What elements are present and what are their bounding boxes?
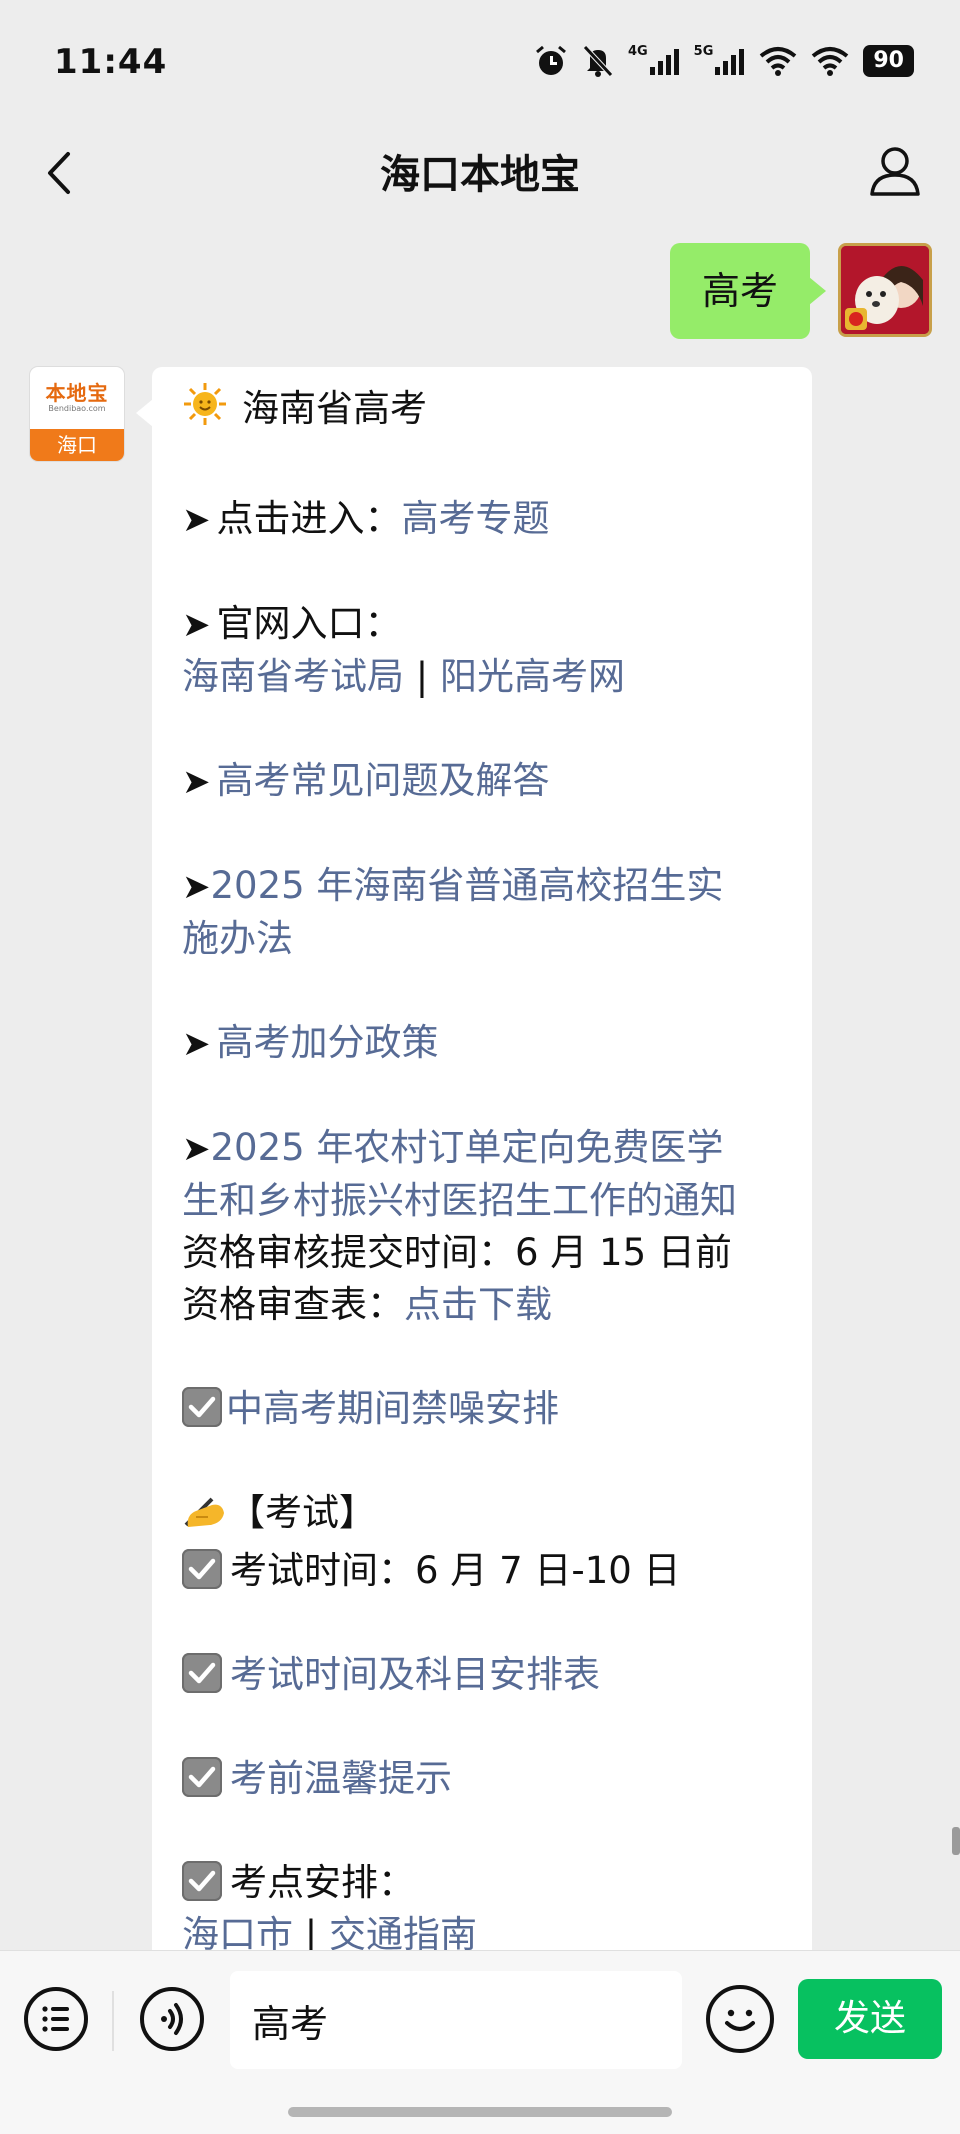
alarm-icon <box>534 44 568 78</box>
arrow-icon: ➤ <box>182 1129 211 1169</box>
checkbox-icon <box>182 1861 222 1901</box>
link-hainan-exam-bureau[interactable]: 海南省考试局 <box>182 655 404 698</box>
link-admission-rules[interactable]: 2025 年海南省普通高校招生实 <box>211 864 724 907</box>
status-bar: 11:44 4G 5G 90 <box>0 0 960 120</box>
link-gaokao-topic[interactable]: 高考专题 <box>402 497 550 540</box>
reply-line-exam-schedule: 考试时间及科目安排表 <box>182 1649 782 1701</box>
reply-title-row: 海南省高考 <box>182 381 782 441</box>
reply-line-official: ➤ 官网入口： <box>182 602 402 645</box>
reply-line-admission-rules: ➤2025 年海南省普通高校招生实 <box>182 860 782 913</box>
link-haikou-sites[interactable]: 海口市 <box>182 1913 293 1950</box>
arrow-icon: ➤ <box>182 1024 211 1064</box>
link-traffic-guide[interactable]: 交通指南 <box>329 1913 477 1950</box>
wifi-icon <box>811 46 849 76</box>
link-faq[interactable]: 高考常见问题及解答 <box>217 759 550 802</box>
home-indicator[interactable] <box>288 2107 672 2117</box>
bot-brand-url: Bendibao.com <box>48 404 106 413</box>
menu-button[interactable] <box>24 1987 88 2051</box>
reply-line-faq: ➤ 高考常见问题及解答 <box>182 755 782 808</box>
input-bar: 发送 <box>0 1950 960 2134</box>
checkbox-icon <box>182 1757 222 1797</box>
checkbox-icon <box>182 1653 222 1693</box>
menu-list-icon <box>42 2006 69 2032</box>
bot-brand-logo: 本地宝 <box>45 381 109 405</box>
wifi-icon <box>759 46 797 76</box>
emoji-button[interactable] <box>706 1985 774 2053</box>
signal-icon: 5G <box>694 44 746 75</box>
link-exam-schedule[interactable]: 考试时间及科目安排表 <box>230 1653 600 1696</box>
reply-line-deadline: 资格审核提交时间：6 月 15 日前 <box>182 1231 732 1274</box>
reply-line-exam-tips: 考前温馨提示 <box>182 1753 782 1805</box>
reply-title: 海南省高考 <box>242 387 427 430</box>
profile-button[interactable] <box>866 142 924 200</box>
link-rural-medical[interactable]: 2025 年农村订单定向免费医学 <box>211 1126 724 1169</box>
bot-avatar[interactable]: 本地宝 Bendibao.com 海口 <box>30 367 124 461</box>
arrow-icon: ➤ <box>182 605 211 645</box>
chat-area[interactable]: 高考 本地宝 Bendibao.com 海口 海南省高考 ➤ 点击进入：高考专题… <box>0 225 960 1950</box>
reply-line-exam-time: 考试时间：6 月 7 日-10 日 <box>182 1545 782 1597</box>
reply-line-rural-medical: ➤2025 年农村订单定向免费医学 <box>182 1122 782 1175</box>
bot-city-label: 海口 <box>30 429 124 461</box>
received-message-bubble: 海南省高考 ➤ 点击进入：高考专题 ➤ 官网入口： 海南省考试局 | 阳光高考网 ➤… <box>136 367 812 1950</box>
link-rural-medical-cont[interactable]: 生和乡村振兴村医招生工作的通知 <box>182 1179 737 1222</box>
checkbox-icon <box>182 1387 222 1427</box>
sent-message-bubble[interactable]: 高考 <box>669 243 827 339</box>
arrow-icon: ➤ <box>182 500 211 540</box>
link-sunshine-gaokao[interactable]: 阳光高考网 <box>440 655 625 698</box>
reply-line-exam-site: 考点安排： <box>182 1857 782 1909</box>
send-button[interactable]: 发送 <box>798 1979 942 2059</box>
reply-line-exam-header: 【考试】 <box>182 1487 782 1545</box>
status-icons: 4G 5G 90 <box>534 44 914 78</box>
reply-line-noise-ban: 中高考期间禁噪安排 <box>182 1383 782 1435</box>
user-avatar[interactable] <box>838 243 932 337</box>
status-time: 11:44 <box>54 42 168 82</box>
reply-line-official-links: 海南省考试局 | 阳光高考网 <box>182 655 625 698</box>
link-noise-ban[interactable]: 中高考期间禁噪安排 <box>226 1387 559 1430</box>
sun-icon <box>182 381 228 441</box>
person-icon <box>870 147 920 196</box>
battery-icon: 90 <box>863 45 914 77</box>
reply-line-exam-site-links: 海口市 | 交通指南 <box>182 1909 782 1950</box>
link-bonus-policy[interactable]: 高考加分政策 <box>217 1021 439 1064</box>
scrollbar[interactable] <box>952 1827 960 1855</box>
reply-line-topic: ➤ 点击进入：高考专题 <box>182 497 550 540</box>
signal-icon: 4G <box>628 44 680 75</box>
reply-line-bonus-policy: ➤ 高考加分政策 <box>182 1017 782 1070</box>
divider <box>112 1991 114 2051</box>
arrow-icon: ➤ <box>182 867 211 907</box>
arrow-icon: ➤ <box>182 762 211 802</box>
link-download-form[interactable]: 点击下载 <box>404 1283 552 1326</box>
voice-icon <box>161 2003 183 2035</box>
writing-hand-icon <box>182 1489 228 1545</box>
checkbox-icon <box>182 1549 222 1589</box>
voice-button[interactable] <box>140 1987 204 2051</box>
emoji-icon <box>725 2009 755 2031</box>
link-exam-tips[interactable]: 考前温馨提示 <box>230 1757 452 1800</box>
reply-line-form: 资格审查表：点击下载 <box>182 1283 552 1326</box>
nav-bar: 海口本地宝 <box>0 120 960 225</box>
link-admission-rules-cont[interactable]: 施办法 <box>182 917 293 960</box>
mute-icon <box>582 44 614 78</box>
sent-message-row: 高考 <box>669 243 932 339</box>
message-input[interactable] <box>230 1971 682 2069</box>
chat-title: 海口本地宝 <box>380 152 580 198</box>
